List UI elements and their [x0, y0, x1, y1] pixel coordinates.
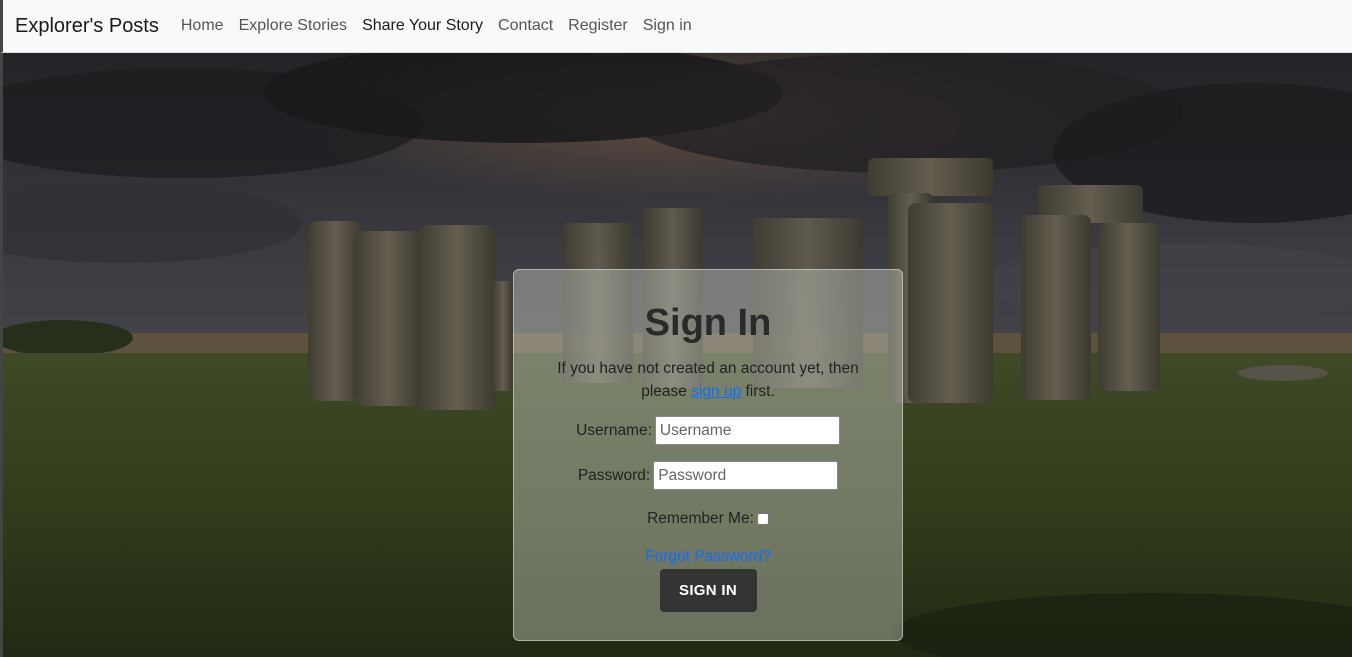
username-label: Username:: [576, 421, 652, 439]
nav-link-contact[interactable]: Contact: [498, 17, 553, 35]
remember-me-label: Remember Me:: [647, 510, 754, 527]
remember-row: Remember Me:: [514, 510, 902, 528]
sign-in-button[interactable]: SIGN IN: [659, 569, 757, 612]
nav-link-register[interactable]: Register: [568, 17, 628, 35]
navbar: Explorer's Posts Home Explore Stories Sh…: [0, 0, 1352, 53]
forgot-password-link[interactable]: Forgot Password?: [514, 548, 902, 566]
password-input[interactable]: [653, 461, 839, 490]
nav-link-explore-stories[interactable]: Explore Stories: [239, 17, 348, 35]
sign-up-link[interactable]: sign up: [691, 383, 741, 400]
nav-link-home[interactable]: Home: [181, 17, 224, 35]
hero-background: Sign In If you have not created an accou…: [0, 53, 1352, 657]
sign-in-card: Sign In If you have not created an accou…: [513, 269, 903, 641]
brand-logo[interactable]: Explorer's Posts: [15, 15, 159, 38]
nav-link-share-your-story[interactable]: Share Your Story: [362, 17, 483, 35]
sign-in-title: Sign In: [644, 302, 772, 344]
username-row: Username:: [514, 416, 902, 445]
password-row: Password:: [514, 461, 902, 490]
remember-me-checkbox[interactable]: [756, 513, 769, 525]
username-input[interactable]: [654, 416, 840, 445]
password-label: Password:: [577, 466, 651, 484]
intro-text-after: first.: [741, 383, 775, 400]
nav-link-sign-in[interactable]: Sign in: [643, 17, 692, 35]
sign-in-intro: If you have not created an account yet, …: [543, 357, 873, 403]
